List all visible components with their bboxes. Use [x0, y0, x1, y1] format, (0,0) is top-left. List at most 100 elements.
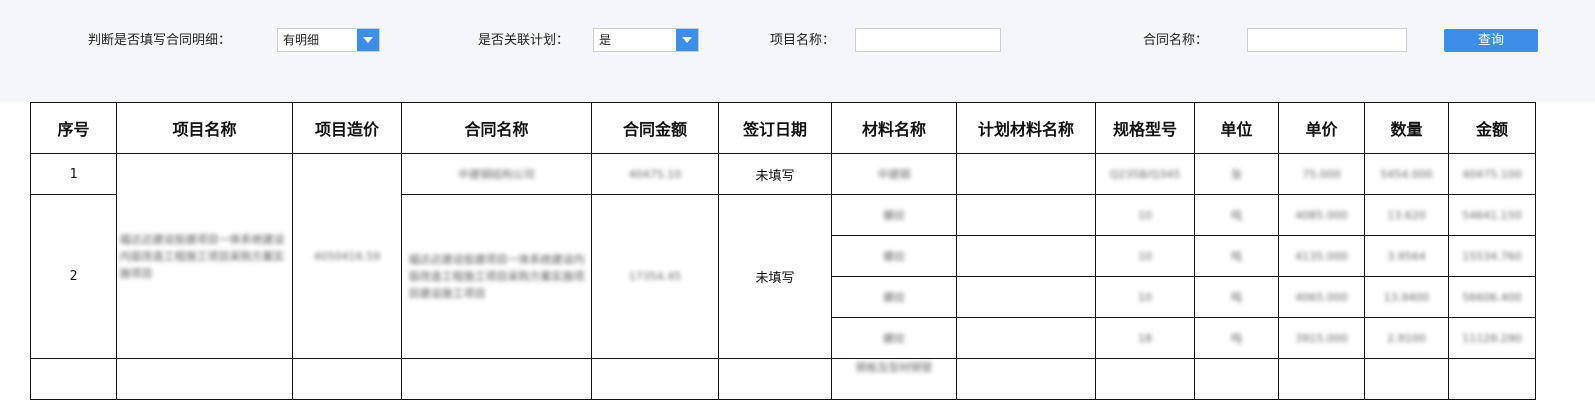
material-cell: 螺纹	[831, 276, 957, 318]
unit-text: 吨	[1231, 209, 1242, 222]
spec-cell: 10	[1095, 235, 1195, 277]
plan-material-cell	[956, 194, 1096, 236]
amount-text: 11128.290	[1462, 331, 1522, 345]
material-text: 螺纹	[883, 291, 905, 304]
material-cell: 中建钢	[831, 153, 957, 195]
price-text: 3915.000	[1295, 331, 1348, 345]
header-contract-amount: 合同金额	[591, 102, 719, 154]
material-cell: 螺纹	[831, 235, 957, 277]
query-button[interactable]: 查询	[1444, 29, 1538, 52]
price-text: 4135.000	[1295, 249, 1348, 263]
header-price: 单价	[1278, 102, 1365, 154]
spec-text: 10	[1138, 208, 1152, 222]
spec-text: Q235B/Q345	[1109, 167, 1181, 181]
amount-text: 40475.100	[1462, 167, 1522, 181]
spec-text: 10	[1138, 249, 1152, 263]
sign-date-cell: 未填写	[718, 194, 832, 359]
header-sign-date: 签订日期	[718, 102, 832, 154]
qty-text: 2.9100	[1387, 331, 1426, 345]
contract-name-cell: 中建钢结构公司	[401, 153, 592, 195]
detail-select[interactable]: 有明细	[277, 28, 380, 52]
price-cell: 4085.000	[1278, 194, 1365, 236]
contract-name-text: 中建钢结构公司	[458, 168, 535, 181]
row-seq: 2	[30, 194, 117, 359]
price-cell: 75.000	[1278, 153, 1365, 195]
unit-cell: 吨	[1194, 235, 1279, 277]
material-text: 钢板及型材钢管	[855, 361, 933, 374]
header-plan-material-name: 计划材料名称	[956, 102, 1096, 154]
linked-plan-label: 是否关联计划：	[478, 33, 570, 48]
amount-cell: 56606.400	[1448, 276, 1536, 318]
detail-filter-label: 判断是否填写合同明细：	[88, 33, 232, 48]
contract-name-text: 福达达建设投建项目一体系统建设内容改造工程施工项目采购方案实施项目建设施工项目	[408, 253, 585, 300]
contract-amount-cell: 40475.10	[591, 153, 719, 195]
header-spec: 规格型号	[1095, 102, 1195, 154]
unit-cell: 张	[1194, 153, 1279, 195]
unit-cell: 吨	[1194, 276, 1279, 318]
header-project-cost: 项目造价	[292, 102, 402, 154]
contract-name-cell: 福达达建设投建项目一体系统建设内容改造工程施工项目采购方案实施项目建设施工项目	[401, 194, 592, 359]
amount-cell: 15534.760	[1448, 235, 1536, 277]
spec-cell: Q235B/Q345	[1095, 153, 1195, 195]
contract-amount-text: 40475.10	[628, 167, 682, 181]
material-cell: 钢板及型材钢管	[831, 358, 957, 400]
contract-name-input[interactable]	[1247, 28, 1407, 52]
amount-text: 54641.150	[1462, 208, 1522, 222]
price-cell: 4135.000	[1278, 235, 1365, 277]
material-text: 螺纹	[883, 332, 905, 345]
project-cost-cell: 4050416.59	[292, 153, 402, 359]
table-header-row: 序号 项目名称 项目造价 合同名称 合同金额 签订日期 材料名称 计划材料名称 …	[30, 102, 1536, 154]
amount-cell: 54641.150	[1448, 194, 1536, 236]
project-name-text: 福达达建设投建项目一体系统建设内容改造工程施工项目采购方案实施项目	[119, 232, 285, 280]
table-row: 1 福达达建设投建项目一体系统建设内容改造工程施工项目采购方案实施项目 4050…	[30, 153, 1536, 359]
qty-text: 13.9400	[1383, 290, 1430, 304]
material-cell: 螺纹	[831, 194, 957, 236]
spec-cell: 18	[1095, 317, 1195, 359]
detail-select-value: 有明细	[283, 33, 320, 47]
chevron-down-icon[interactable]	[676, 29, 698, 51]
unit-text: 吨	[1231, 291, 1242, 304]
header-qty: 数量	[1364, 102, 1449, 154]
project-name-label: 项目名称：	[770, 33, 836, 48]
amount-text: 15534.760	[1462, 249, 1522, 263]
material-text: 螺纹	[883, 209, 905, 222]
unit-text: 张	[1231, 168, 1242, 181]
contract-name-label: 合同名称：	[1143, 33, 1209, 48]
qty-text: 13.620	[1387, 208, 1426, 222]
chevron-down-icon[interactable]	[357, 29, 379, 51]
plan-material-cell	[956, 153, 1096, 195]
table-row: 钢板及型材钢管	[30, 358, 1536, 400]
row-seq: 1	[30, 153, 117, 195]
contract-amount-text: 17354.45	[628, 270, 682, 283]
qty-cell: 13.9400	[1364, 276, 1449, 318]
qty-text: 5454.000	[1380, 167, 1433, 181]
plan-material-cell	[956, 235, 1096, 277]
contract-detail-table: 序号 项目名称 项目造价 合同名称 合同金额 签订日期 材料名称 计划材料名称 …	[30, 102, 1536, 400]
material-text: 中建钢	[877, 168, 911, 181]
linked-plan-select-value: 是	[599, 33, 612, 47]
filter-bar: 判断是否填写合同明细： 有明细 是否关联计划： 是 项目名称： 合同名称： 查询	[0, 0, 1595, 102]
header-contract-name: 合同名称	[401, 102, 592, 154]
qty-cell: 13.620	[1364, 194, 1449, 236]
price-cell: 3915.000	[1278, 317, 1365, 359]
spec-cell: 10	[1095, 276, 1195, 318]
sign-date-cell: 未填写	[718, 153, 832, 195]
price-text: 4085.000	[1295, 208, 1348, 222]
material-text: 螺纹	[883, 250, 905, 263]
amount-cell: 40475.100	[1448, 153, 1536, 195]
linked-plan-select[interactable]: 是	[593, 28, 699, 52]
spec-text: 18	[1138, 331, 1152, 345]
header-seq: 序号	[30, 102, 117, 154]
qty-cell: 2.9100	[1364, 317, 1449, 359]
plan-material-cell	[956, 276, 1096, 318]
price-text: 4065.000	[1295, 290, 1348, 304]
header-material-name: 材料名称	[831, 102, 957, 154]
project-name-cell: 福达达建设投建项目一体系统建设内容改造工程施工项目采购方案实施项目	[116, 153, 293, 359]
unit-text: 吨	[1231, 332, 1242, 345]
contract-amount-cell: 17354.45	[591, 194, 719, 359]
material-cell: 螺纹	[831, 317, 957, 359]
plan-material-cell	[956, 317, 1096, 359]
qty-text: 3.9564	[1387, 249, 1426, 263]
unit-cell: 吨	[1194, 194, 1279, 236]
project-name-input[interactable]	[855, 28, 1001, 52]
